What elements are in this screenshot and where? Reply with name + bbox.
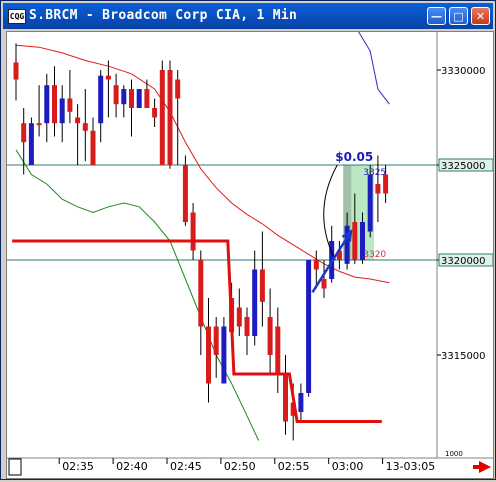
- candle-body[interactable]: [306, 260, 312, 393]
- candle-body[interactable]: [67, 98, 73, 112]
- candle-body[interactable]: [144, 89, 150, 108]
- candle-body[interactable]: [121, 89, 127, 105]
- time-tick-label: 02:35: [62, 460, 94, 473]
- chart-area[interactable]: $0.05 3325 3320 3330000 3325000 3320000 33150…: [6, 31, 494, 479]
- candle-body[interactable]: [236, 307, 242, 327]
- candle-body[interactable]: [113, 85, 119, 105]
- minimize-icon: —: [431, 10, 442, 23]
- price-tick-label: 3325000: [441, 161, 486, 172]
- price-axis-bottom-label: 1000: [445, 450, 463, 458]
- candle-body[interactable]: [28, 123, 34, 165]
- minimize-button[interactable]: —: [427, 7, 446, 25]
- candle-body[interactable]: [283, 374, 288, 422]
- candle-body[interactable]: [75, 117, 81, 124]
- candle-body[interactable]: [252, 269, 258, 337]
- candle-body[interactable]: [259, 269, 265, 302]
- price-tick-label: 3320000: [441, 256, 486, 267]
- candle-body[interactable]: [21, 123, 27, 143]
- app-icon: CQG: [8, 9, 26, 24]
- candle-body[interactable]: [213, 326, 219, 356]
- candle-body[interactable]: [267, 317, 273, 355]
- candle-body[interactable]: [367, 174, 373, 232]
- candle-body[interactable]: [275, 326, 281, 375]
- candle-body[interactable]: [244, 317, 250, 336]
- candle-body[interactable]: [198, 260, 204, 327]
- candle-body[interactable]: [13, 62, 19, 80]
- candle-body[interactable]: [52, 85, 57, 124]
- candle-body[interactable]: [221, 326, 227, 384]
- time-tick-label: 02:55: [278, 460, 310, 473]
- candle-body[interactable]: [152, 108, 158, 118]
- candle-body[interactable]: [167, 70, 173, 165]
- chart-window: CQG S.BRCM - Broadcom Corp CIA, 1 Min — …: [0, 0, 496, 480]
- title-bar[interactable]: CQG S.BRCM - Broadcom Corp CIA, 1 Min — …: [3, 3, 493, 29]
- candle-body[interactable]: [182, 165, 188, 222]
- time-tick-label: 02:40: [116, 460, 148, 473]
- time-tick-label: 13-03:05: [386, 460, 436, 473]
- candle-body[interactable]: [352, 222, 358, 260]
- candle-body[interactable]: [98, 75, 104, 124]
- candle-body[interactable]: [159, 70, 165, 165]
- candle-body[interactable]: [206, 326, 211, 384]
- time-tick-label: 02:45: [170, 460, 202, 473]
- close-button[interactable]: ✕: [471, 7, 490, 25]
- candle-body[interactable]: [36, 123, 42, 126]
- box-high-label: 3325: [363, 168, 386, 178]
- maximize-icon: □: [453, 10, 464, 23]
- box-low-label: 3320: [363, 250, 386, 260]
- candle-body[interactable]: [90, 130, 96, 165]
- candle-body[interactable]: [190, 212, 196, 251]
- candle-body[interactable]: [175, 79, 181, 99]
- close-icon: ✕: [475, 10, 486, 23]
- candle-body[interactable]: [129, 89, 134, 108]
- window-title: S.BRCM - Broadcom Corp CIA, 1 Min: [29, 8, 298, 23]
- candle-body[interactable]: [82, 123, 88, 131]
- candle-body[interactable]: [44, 85, 50, 124]
- candle-body[interactable]: [375, 184, 381, 194]
- price-tick-label: 3330000: [441, 66, 486, 77]
- time-tick-label: 03:00: [332, 460, 364, 473]
- candle-body[interactable]: [105, 75, 111, 80]
- time-tick-label: 02:50: [224, 460, 256, 473]
- maximize-button[interactable]: □: [449, 7, 468, 25]
- candle-body[interactable]: [59, 98, 65, 124]
- candle-body[interactable]: [298, 393, 304, 412]
- scroll-left-box[interactable]: [8, 458, 22, 476]
- price-chart[interactable]: $0.05 3325 3320 3330000 3325000 3320000 33150…: [7, 31, 494, 478]
- candle-body[interactable]: [321, 279, 327, 289]
- price-tick-label: 3315000: [441, 351, 486, 362]
- candle-body[interactable]: [313, 260, 319, 270]
- candle-body[interactable]: [136, 89, 142, 108]
- measure-price-label: $0.05: [335, 150, 373, 164]
